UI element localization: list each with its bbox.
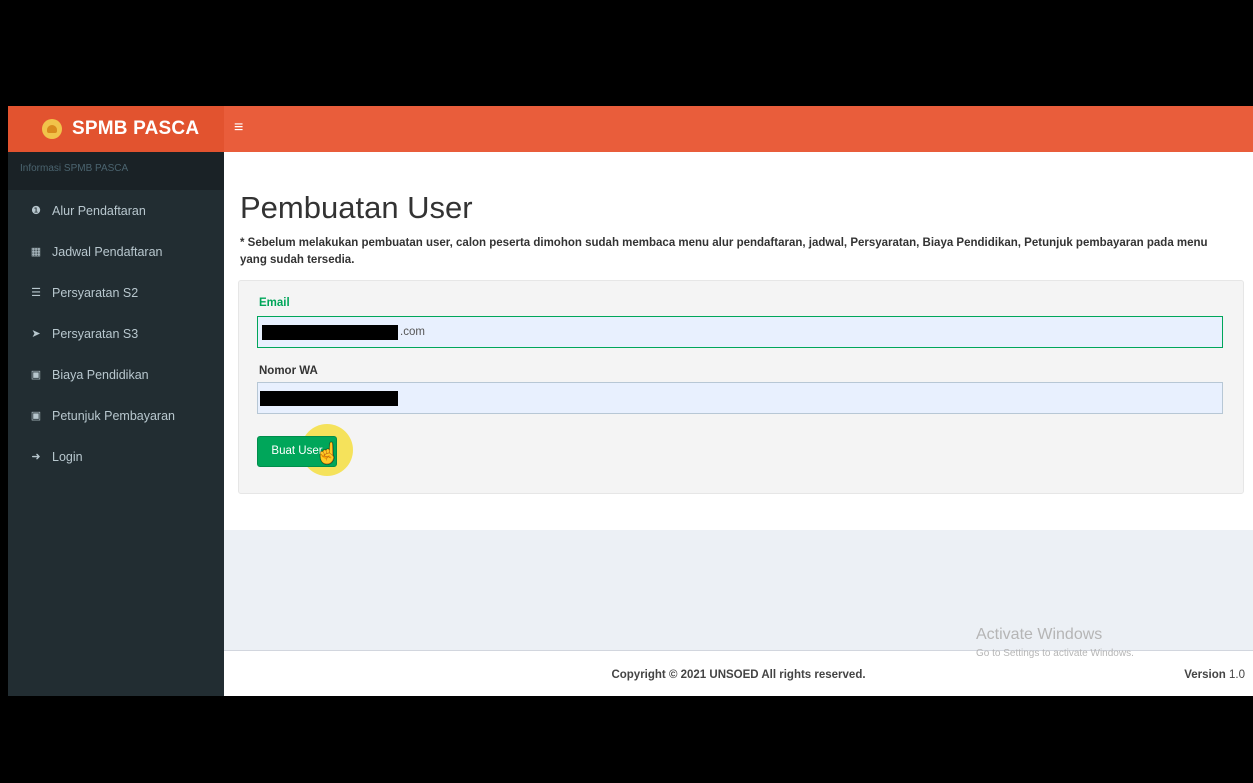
sidebar-item-persyaratan-s3[interactable]: ➤ Persyaratan S3 [8,313,224,354]
page-title: Pembuatan User [240,190,473,225]
sidebar-item-label: Login [52,449,83,464]
info-circle-icon: ❶ [31,205,41,217]
copyright-text: Copyright © 2021 UNSOED All rights reser… [611,669,866,681]
sidebar-item-petunjuk-pembayaran[interactable]: ▣ Petunjuk Pembayaran [8,395,224,436]
calendar-icon: ▦ [30,246,42,258]
email-label: Email [259,297,290,309]
redaction-block [260,391,398,406]
sidebar-item-label: Petunjuk Pembayaran [52,408,175,423]
user-form: Email .com Nomor WA Buat User ☝ [238,280,1244,494]
hamburger-menu-icon[interactable]: ≡ [234,119,243,137]
brand[interactable]: SPMB PASCA [8,106,224,152]
sidebar-item-jadwal-pendaftaran[interactable]: ▦ Jadwal Pendaftaran [8,231,224,272]
notice-text: * Sebelum melakukan pembuatan user, calo… [240,237,1208,266]
version-label: Version [1184,669,1226,681]
rocket-icon: ➤ [31,328,41,340]
university-logo-icon [42,119,62,139]
sidebar-header: Informasi SPMB PASCA [8,152,224,190]
content-background [224,530,1253,650]
brand-name: SPMB PASCA [72,118,200,139]
redaction-block [262,325,398,340]
sidebar-item-label: Alur Pendaftaran [52,203,146,218]
app-window: SPMB PASCA ≡ Informasi SPMB PASCA ❶ Alur … [8,106,1253,696]
footer: Copyright © 2021 UNSOED All rights reser… [224,650,1253,696]
email-field[interactable]: .com [257,316,1223,348]
main-content: Pembuatan User * Sebelum melakukan pembu… [224,152,1253,696]
sidebar-item-label: Persyaratan S3 [52,326,139,341]
money-icon: ▣ [30,369,42,381]
sidebar: Informasi SPMB PASCA ❶ Alur Pendaftaran ▦ J… [8,152,224,696]
sidebar-item-biaya-pendidikan[interactable]: ▣ Biaya Pendidikan [8,354,224,395]
money-icon: ▣ [30,410,42,422]
sidebar-item-label: Persyaratan S2 [52,285,139,300]
version-info: Version 1.0 [1184,669,1245,681]
sign-in-icon: ➜ [31,451,41,463]
email-value: .com [400,326,425,338]
wa-number-field[interactable] [257,382,1223,414]
version-number: 1.0 [1229,669,1245,681]
sidebar-item-login[interactable]: ➜ Login [8,436,224,477]
create-user-button[interactable]: Buat User [257,436,337,467]
sidebar-item-persyaratan-s2[interactable]: ☰ Persyaratan S2 [8,272,224,313]
list-icon: ☰ [31,287,41,299]
top-navbar: SPMB PASCA ≡ [8,106,1253,152]
sidebar-item-label: Biaya Pendidikan [52,367,149,382]
sidebar-item-label: Jadwal Pendaftaran [52,244,163,259]
sidebar-item-alur-pendaftaran[interactable]: ❶ Alur Pendaftaran [8,190,224,231]
wa-label: Nomor WA [259,365,318,377]
